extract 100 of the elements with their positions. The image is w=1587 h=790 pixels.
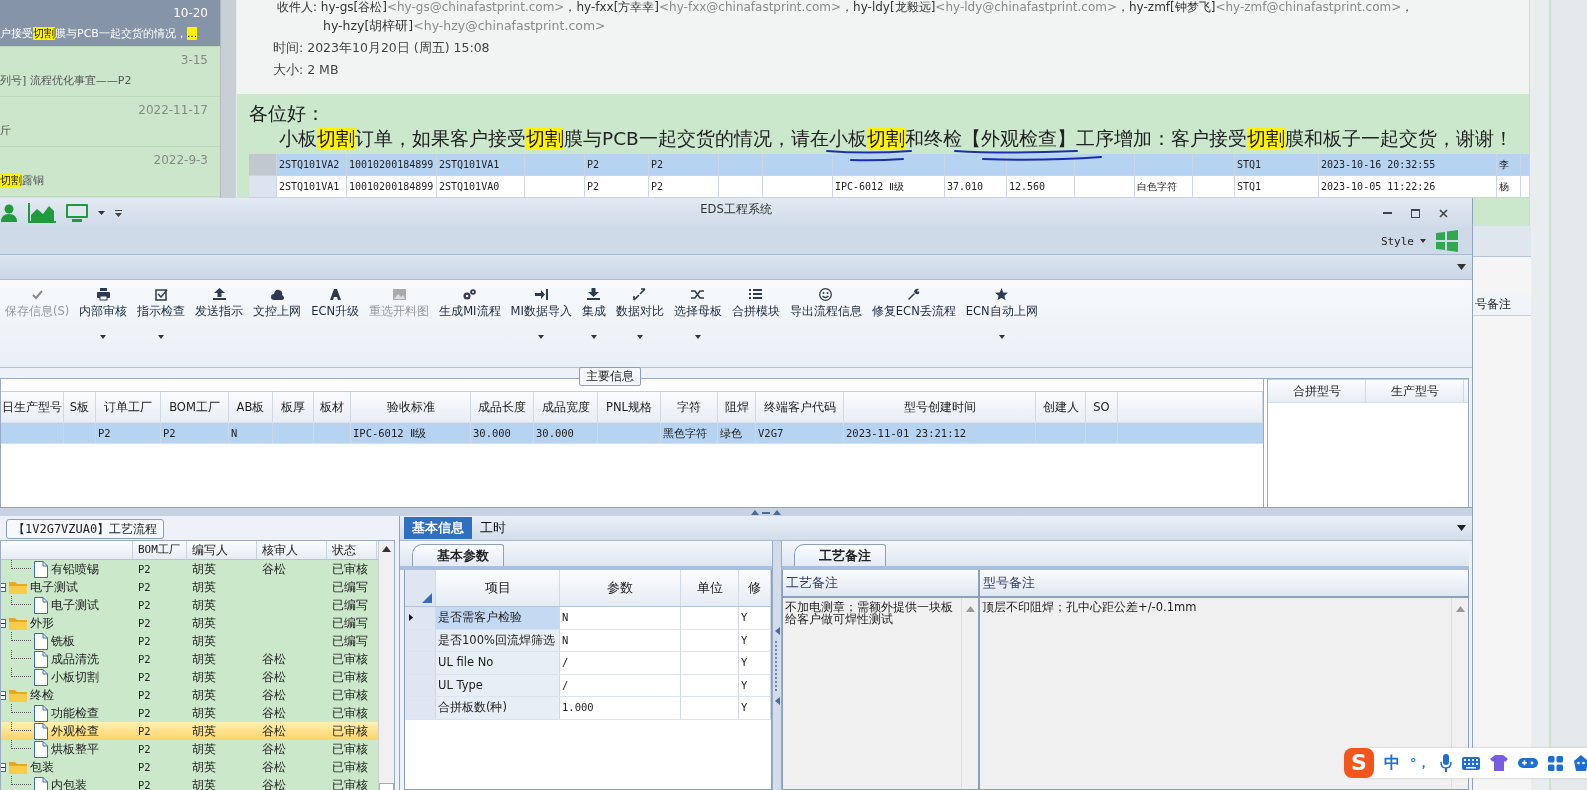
table-cell: 绿色 bbox=[718, 423, 756, 443]
table-cell-text: 谷松 bbox=[261, 669, 287, 686]
column-header[interactable]: 型号创建时间 bbox=[844, 392, 1036, 422]
tab[interactable]: 工艺备注 bbox=[794, 544, 886, 566]
toolbar-button[interactable]: MI数据导入 bbox=[505, 288, 577, 350]
table-row[interactable]: UL file No / Y bbox=[405, 652, 771, 675]
toolbar-button[interactable]: 指示检查 bbox=[132, 288, 191, 350]
column-header[interactable]: 项目 bbox=[436, 570, 560, 606]
sent-time: 时间: 2023年10月20日 (周五) 15:08 bbox=[272, 39, 491, 57]
tree-row[interactable]: 功能检查 P2 胡英 谷松 已审核 bbox=[1, 704, 378, 722]
tab[interactable]: 工时 bbox=[472, 517, 514, 539]
toolbar-button[interactable]: 文控上网 bbox=[248, 288, 307, 350]
shirt-icon bbox=[1489, 755, 1508, 771]
tree-row[interactable]: 外形 P2 胡英 已编写 bbox=[1, 614, 378, 632]
table-cell-text: 谷松 bbox=[261, 759, 287, 776]
column-header[interactable]: 核审人 bbox=[257, 541, 327, 559]
tree-row[interactable]: 终检 P2 胡英 谷松 已审核 bbox=[1, 686, 378, 704]
tree-item-label: 电子测试 bbox=[51, 597, 99, 614]
document-icon bbox=[34, 722, 48, 740]
tab[interactable]: 基本信息 bbox=[404, 517, 472, 539]
column-header[interactable]: AB板 bbox=[229, 392, 273, 422]
tree-row[interactable]: 包装 P2 胡英 谷松 已审核 bbox=[1, 758, 378, 776]
tree-row[interactable]: 小板切割 P2 胡英 谷松 已审核 bbox=[1, 668, 378, 686]
customize-icon bbox=[115, 209, 122, 217]
table-row[interactable]: 是否需客户检验 N Y bbox=[405, 607, 771, 630]
column-header[interactable]: 成品宽度 bbox=[534, 392, 598, 422]
column-header[interactable]: 型号备注 bbox=[980, 570, 1468, 598]
column-header[interactable]: 状态 bbox=[327, 541, 377, 559]
column-header[interactable]: 日生产型号 bbox=[1, 392, 64, 422]
scrollbar[interactable] bbox=[378, 541, 394, 790]
table-cell: 10010200184899 bbox=[347, 154, 437, 175]
input-mode-toggle[interactable]: 中 bbox=[1384, 752, 1400, 774]
smiley-icon bbox=[819, 288, 833, 301]
tree-row[interactable]: 电子测试 P2 胡英 已编写 bbox=[1, 578, 378, 596]
tree-row[interactable]: 成品清洗 P2 胡英 谷松 已审核 bbox=[1, 650, 378, 668]
column-header[interactable]: 合拼型号 bbox=[1268, 380, 1367, 402]
tree-row[interactable]: 铣板 P2 胡英 已编写 bbox=[1, 632, 378, 650]
column-header[interactable]: 板厚 bbox=[273, 392, 314, 422]
column-header[interactable]: 字符 bbox=[661, 392, 718, 422]
toolbar-button[interactable]: 修复ECN丢流程 bbox=[866, 288, 961, 350]
toolbar-button[interactable]: 内部审核 bbox=[74, 288, 133, 350]
column-header[interactable]: BOM工厂 bbox=[161, 392, 229, 422]
column-header[interactable]: 订单工厂 bbox=[96, 392, 161, 422]
column-header[interactable]: S板 bbox=[64, 392, 96, 422]
column-header[interactable]: 生产型号 bbox=[1366, 380, 1465, 402]
tree-row[interactable]: 电子测试 P2 胡英 已编写 bbox=[1, 596, 378, 614]
tree-row[interactable]: 外观检查 P2 胡英 谷松 已审核 bbox=[1, 722, 378, 740]
document-icon bbox=[34, 560, 48, 578]
toolbar-button[interactable]: 合拼模块 bbox=[726, 288, 785, 350]
tree-row[interactable]: 烘板整平 P2 胡英 谷松 已审核 bbox=[1, 740, 378, 758]
column-header[interactable]: 阻焊 bbox=[718, 392, 756, 422]
toolbar-button[interactable]: 生成MI流程 bbox=[434, 288, 506, 350]
table-cell-text: P2 bbox=[137, 670, 152, 685]
toolbar-button[interactable]: 发送指示 bbox=[190, 288, 249, 350]
table-cell: UL Type bbox=[436, 674, 560, 696]
table-cell: Y bbox=[739, 607, 771, 629]
splitter[interactable] bbox=[0, 507, 1472, 516]
column-header[interactable]: 参数 bbox=[560, 570, 681, 606]
collapse-left-icon bbox=[774, 626, 780, 635]
table-cell-text: 胡英 bbox=[191, 687, 217, 704]
toolbar-button[interactable]: ECN升级 bbox=[306, 288, 365, 350]
table-row[interactable]: 2STQ101VA2 10010200184899 2STQ101VA1 P2 P2 STQ1 2023-10-16 20:32:55 李 bbox=[249, 154, 1529, 176]
column-header[interactable]: 工艺备注 bbox=[783, 570, 978, 598]
tree-item-label: 有铅喷锡 bbox=[51, 561, 99, 578]
column-header[interactable]: BOM工厂 bbox=[133, 541, 187, 559]
toolbar-button[interactable]: 选择母板 bbox=[668, 288, 727, 350]
splitter[interactable] bbox=[772, 541, 782, 790]
checkbox-icon bbox=[154, 288, 168, 301]
column-header[interactable]: 验收标准 bbox=[351, 392, 471, 422]
table-row[interactable]: 是否100%回流焊筛选 N Y bbox=[405, 629, 771, 652]
table-row[interactable]: 合拼板数(种) 1.000 Y bbox=[405, 697, 771, 720]
toolbar-button[interactable]: ECN自动上网 bbox=[960, 288, 1043, 350]
style-menu[interactable]: Style bbox=[1380, 234, 1426, 248]
document-icon bbox=[34, 650, 48, 668]
column-header[interactable]: 创建人 bbox=[1036, 392, 1086, 422]
mail-list-item[interactable]: 10-20 户接受切割膜与PCB一起交货的情况，... bbox=[0, 0, 220, 47]
tree-row[interactable]: 内包装 P2 胡英 谷松 已审核 bbox=[1, 776, 378, 790]
punctuation-toggle[interactable]: °， bbox=[1410, 754, 1430, 772]
column-header[interactable]: 单位 bbox=[681, 570, 739, 606]
table-row[interactable]: P2 P2 N IPC-6012 Ⅱ级 30.000 30.000 黑色字符 绿色 V2G7 2023-11-01 23:21:12 bbox=[1, 423, 1264, 444]
toolbar-button[interactable]: 集成 bbox=[576, 288, 611, 350]
toolbar-button[interactable]: 导出流程信息 bbox=[784, 288, 867, 350]
tab[interactable]: 基本参数 bbox=[412, 544, 504, 566]
column-header[interactable]: SO bbox=[1086, 392, 1118, 422]
row-header[interactable] bbox=[405, 607, 436, 629]
close-icon bbox=[1438, 208, 1448, 218]
column-header[interactable]: 编写人 bbox=[187, 541, 257, 559]
scrollbar[interactable] bbox=[961, 598, 978, 789]
pane-splitter[interactable] bbox=[220, 0, 237, 198]
toolbar-button[interactable]: 数据对比 bbox=[610, 288, 669, 350]
column-header[interactable]: 修 bbox=[739, 570, 771, 606]
scrollbar[interactable] bbox=[1529, 0, 1587, 790]
tree-row[interactable]: 有铅喷锡 P2 胡英 谷松 已审核 bbox=[1, 560, 378, 578]
table-row[interactable]: UL Type / Y bbox=[405, 674, 771, 697]
tree-item-label: 烘板整平 bbox=[51, 741, 99, 758]
column-header[interactable]: 成品长度 bbox=[471, 392, 534, 422]
column-header[interactable]: PNL规格 bbox=[598, 392, 661, 422]
column-header[interactable]: 板材 bbox=[314, 392, 351, 422]
column-header[interactable]: 终端客户代码 bbox=[756, 392, 844, 422]
table-row[interactable]: 2STQ101VA1 10010200184899 2STQ101VA0 P2 P2 IPC-6012 Ⅱ级 37.010 12.560 白色字符 STQ1 2023-10-05 11:22:26 杨 bbox=[249, 176, 1529, 198]
